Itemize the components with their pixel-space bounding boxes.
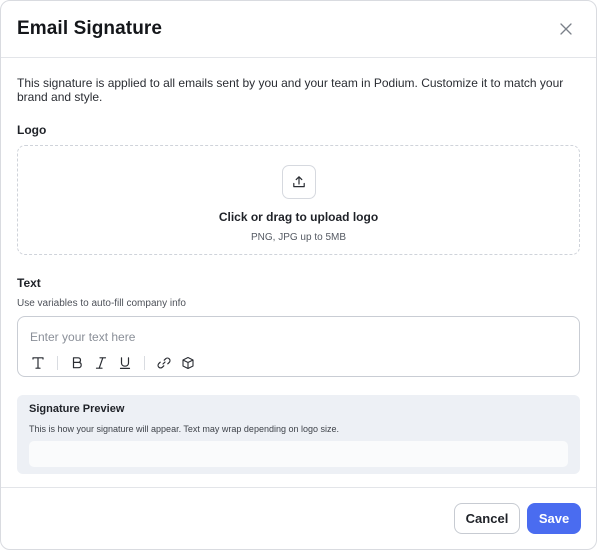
italic-icon bbox=[95, 357, 107, 369]
close-button[interactable] bbox=[554, 17, 578, 41]
cancel-button[interactable]: Cancel bbox=[454, 503, 520, 534]
logo-dropzone[interactable]: Click or drag to upload logo PNG, JPG up… bbox=[17, 145, 580, 255]
toolbar-divider bbox=[144, 356, 145, 370]
modal-footer: Cancel Save bbox=[1, 487, 596, 549]
email-signature-modal: Email Signature This signature is applie… bbox=[0, 0, 597, 550]
signature-text-editor bbox=[17, 316, 580, 377]
preview-description: This is how your signature will appear. … bbox=[29, 424, 340, 434]
modal-title: Email Signature bbox=[17, 18, 163, 39]
underline-button[interactable] bbox=[117, 355, 133, 371]
save-button[interactable]: Save bbox=[527, 503, 581, 534]
text-style-button[interactable] bbox=[30, 355, 46, 371]
text-hint: Use variables to auto-fill company info bbox=[17, 298, 186, 309]
insert-variable-button[interactable] bbox=[180, 355, 196, 371]
bold-icon bbox=[72, 357, 82, 369]
logo-label: Logo bbox=[17, 123, 47, 137]
close-icon bbox=[560, 23, 572, 35]
upload-hint: PNG, JPG up to 5MB bbox=[250, 232, 347, 243]
link-button[interactable] bbox=[156, 355, 172, 371]
signature-text-input[interactable] bbox=[30, 330, 567, 344]
underline-icon bbox=[119, 357, 131, 369]
modal-description: This signature is applied to all emails … bbox=[17, 76, 564, 104]
toolbar-divider bbox=[57, 356, 58, 370]
modal-header: Email Signature bbox=[1, 1, 596, 58]
upload-title: Click or drag to upload logo bbox=[218, 210, 379, 224]
upload-icon-box bbox=[281, 165, 316, 199]
preview-title: Signature Preview bbox=[29, 403, 125, 415]
signature-preview: Signature Preview This is how your signa… bbox=[17, 395, 580, 474]
bold-button[interactable] bbox=[69, 355, 85, 371]
link-icon bbox=[157, 357, 171, 369]
preview-content-box bbox=[29, 441, 568, 467]
modal-body: This signature is applied to all emails … bbox=[1, 58, 596, 474]
text-label: Text bbox=[17, 276, 41, 290]
upload-icon bbox=[292, 176, 305, 188]
text-style-icon bbox=[32, 357, 44, 369]
italic-button[interactable] bbox=[93, 355, 109, 371]
variable-cube-icon bbox=[182, 356, 194, 370]
editor-toolbar bbox=[30, 354, 567, 372]
